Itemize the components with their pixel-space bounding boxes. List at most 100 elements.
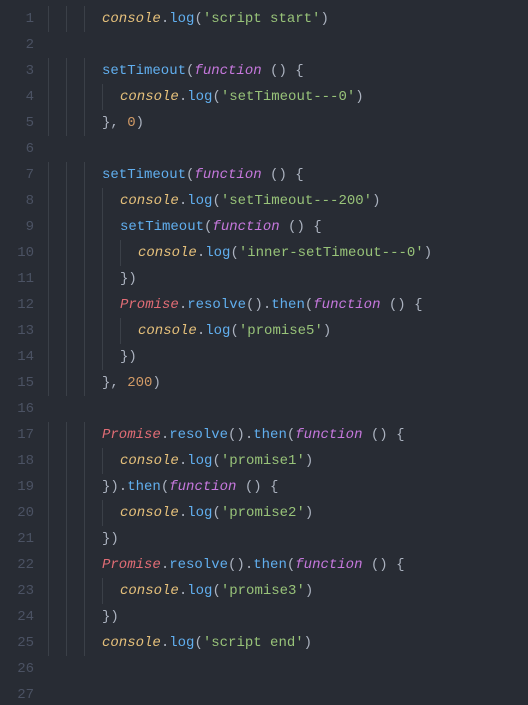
indent-guide <box>48 162 66 188</box>
token-fn: then <box>253 427 287 443</box>
code-line: console.log('inner-setTimeout---0') <box>48 240 528 266</box>
code-line <box>48 682 528 705</box>
token-id: Promise <box>102 427 161 443</box>
token-obj: console <box>102 11 161 27</box>
indent-guide <box>66 214 84 240</box>
indent-guide <box>48 6 66 32</box>
token-fn: log <box>187 505 212 521</box>
indent-guide <box>66 110 84 136</box>
token-punc: ) <box>372 193 380 209</box>
token-kw: function <box>313 297 380 313</box>
indent-guide <box>102 214 120 240</box>
line-number: 27 <box>6 682 34 705</box>
code-line: }).then(function () { <box>48 474 528 500</box>
token-fn: then <box>271 297 305 313</box>
line-number: 17 <box>6 422 34 448</box>
token-punc: . <box>161 557 169 573</box>
token-punc: }, <box>102 115 127 131</box>
token-punc: }) <box>120 349 137 365</box>
indent-guide <box>84 370 102 396</box>
token-fn: log <box>187 453 212 469</box>
code-line: console.log('setTimeout---200') <box>48 188 528 214</box>
indent-guide <box>102 84 120 110</box>
line-number: 25 <box>6 630 34 656</box>
token-fn: log <box>187 89 212 105</box>
line-number: 22 <box>6 552 34 578</box>
token-punc: ( <box>212 505 220 521</box>
token-punc: }) <box>120 271 137 287</box>
code-line <box>48 396 528 422</box>
indent-guide <box>48 448 66 474</box>
code-line <box>48 32 528 58</box>
code-line: console.log('script start') <box>48 6 528 32</box>
code-line: console.log('promise2') <box>48 500 528 526</box>
token-punc: ) <box>323 323 331 339</box>
token-kw: function <box>169 479 236 495</box>
token-punc: ( <box>230 245 238 261</box>
line-number: 13 <box>6 318 34 344</box>
line-number: 23 <box>6 578 34 604</box>
token-punc: ( <box>287 557 295 573</box>
token-punc: (). <box>228 427 253 443</box>
indent-guide <box>48 474 66 500</box>
code-line: setTimeout(function () { <box>48 162 528 188</box>
token-punc: ) <box>305 583 313 599</box>
token-punc: ( <box>287 427 295 443</box>
token-punc: }). <box>102 479 127 495</box>
token-str: 'setTimeout---200' <box>221 193 372 209</box>
indent-guide <box>66 344 84 370</box>
indent-guide <box>48 318 66 344</box>
token-punc: ) <box>136 115 144 131</box>
indent-guide <box>48 84 66 110</box>
token-punc: . <box>179 193 187 209</box>
token-kw: function <box>295 427 362 443</box>
indent-guide <box>84 58 102 84</box>
token-fn: log <box>187 583 212 599</box>
token-str: 'setTimeout---0' <box>221 89 355 105</box>
token-id: Promise <box>102 557 161 573</box>
indent-guide <box>48 58 66 84</box>
line-number: 20 <box>6 500 34 526</box>
token-punc: () { <box>262 63 304 79</box>
line-number: 10 <box>6 240 34 266</box>
token-punc: }) <box>102 609 119 625</box>
indent-guide <box>102 188 120 214</box>
token-punc: }, <box>102 375 127 391</box>
code-area[interactable]: console.log('script start') setTimeout(f… <box>44 0 528 705</box>
indent-guide <box>120 240 138 266</box>
indent-guide <box>120 318 138 344</box>
indent-guide <box>48 526 66 552</box>
indent-guide <box>66 578 84 604</box>
token-punc: . <box>179 89 187 105</box>
token-str: 'promise2' <box>221 505 305 521</box>
token-punc: . <box>179 297 187 313</box>
token-obj: console <box>138 323 197 339</box>
token-str: 'script start' <box>203 11 321 27</box>
indent-guide <box>66 58 84 84</box>
token-punc: . <box>179 505 187 521</box>
indent-guide <box>66 552 84 578</box>
indent-guide <box>66 630 84 656</box>
indent-guide <box>84 474 102 500</box>
indent-guide <box>48 500 66 526</box>
indent-guide <box>66 266 84 292</box>
indent-guide <box>102 578 120 604</box>
line-number: 11 <box>6 266 34 292</box>
token-punc: . <box>179 583 187 599</box>
token-punc: ( <box>212 453 220 469</box>
code-line: }) <box>48 526 528 552</box>
code-line <box>48 656 528 682</box>
indent-guide <box>84 188 102 214</box>
token-obj: console <box>120 193 179 209</box>
indent-guide <box>66 370 84 396</box>
token-obj: console <box>120 505 179 521</box>
token-punc: ) <box>152 375 160 391</box>
indent-guide <box>66 604 84 630</box>
token-obj: console <box>102 635 161 651</box>
indent-guide <box>48 578 66 604</box>
token-punc: ( <box>212 89 220 105</box>
indent-guide <box>84 604 102 630</box>
indent-guide <box>84 578 102 604</box>
indent-guide <box>84 292 102 318</box>
line-number: 1 <box>6 6 34 32</box>
